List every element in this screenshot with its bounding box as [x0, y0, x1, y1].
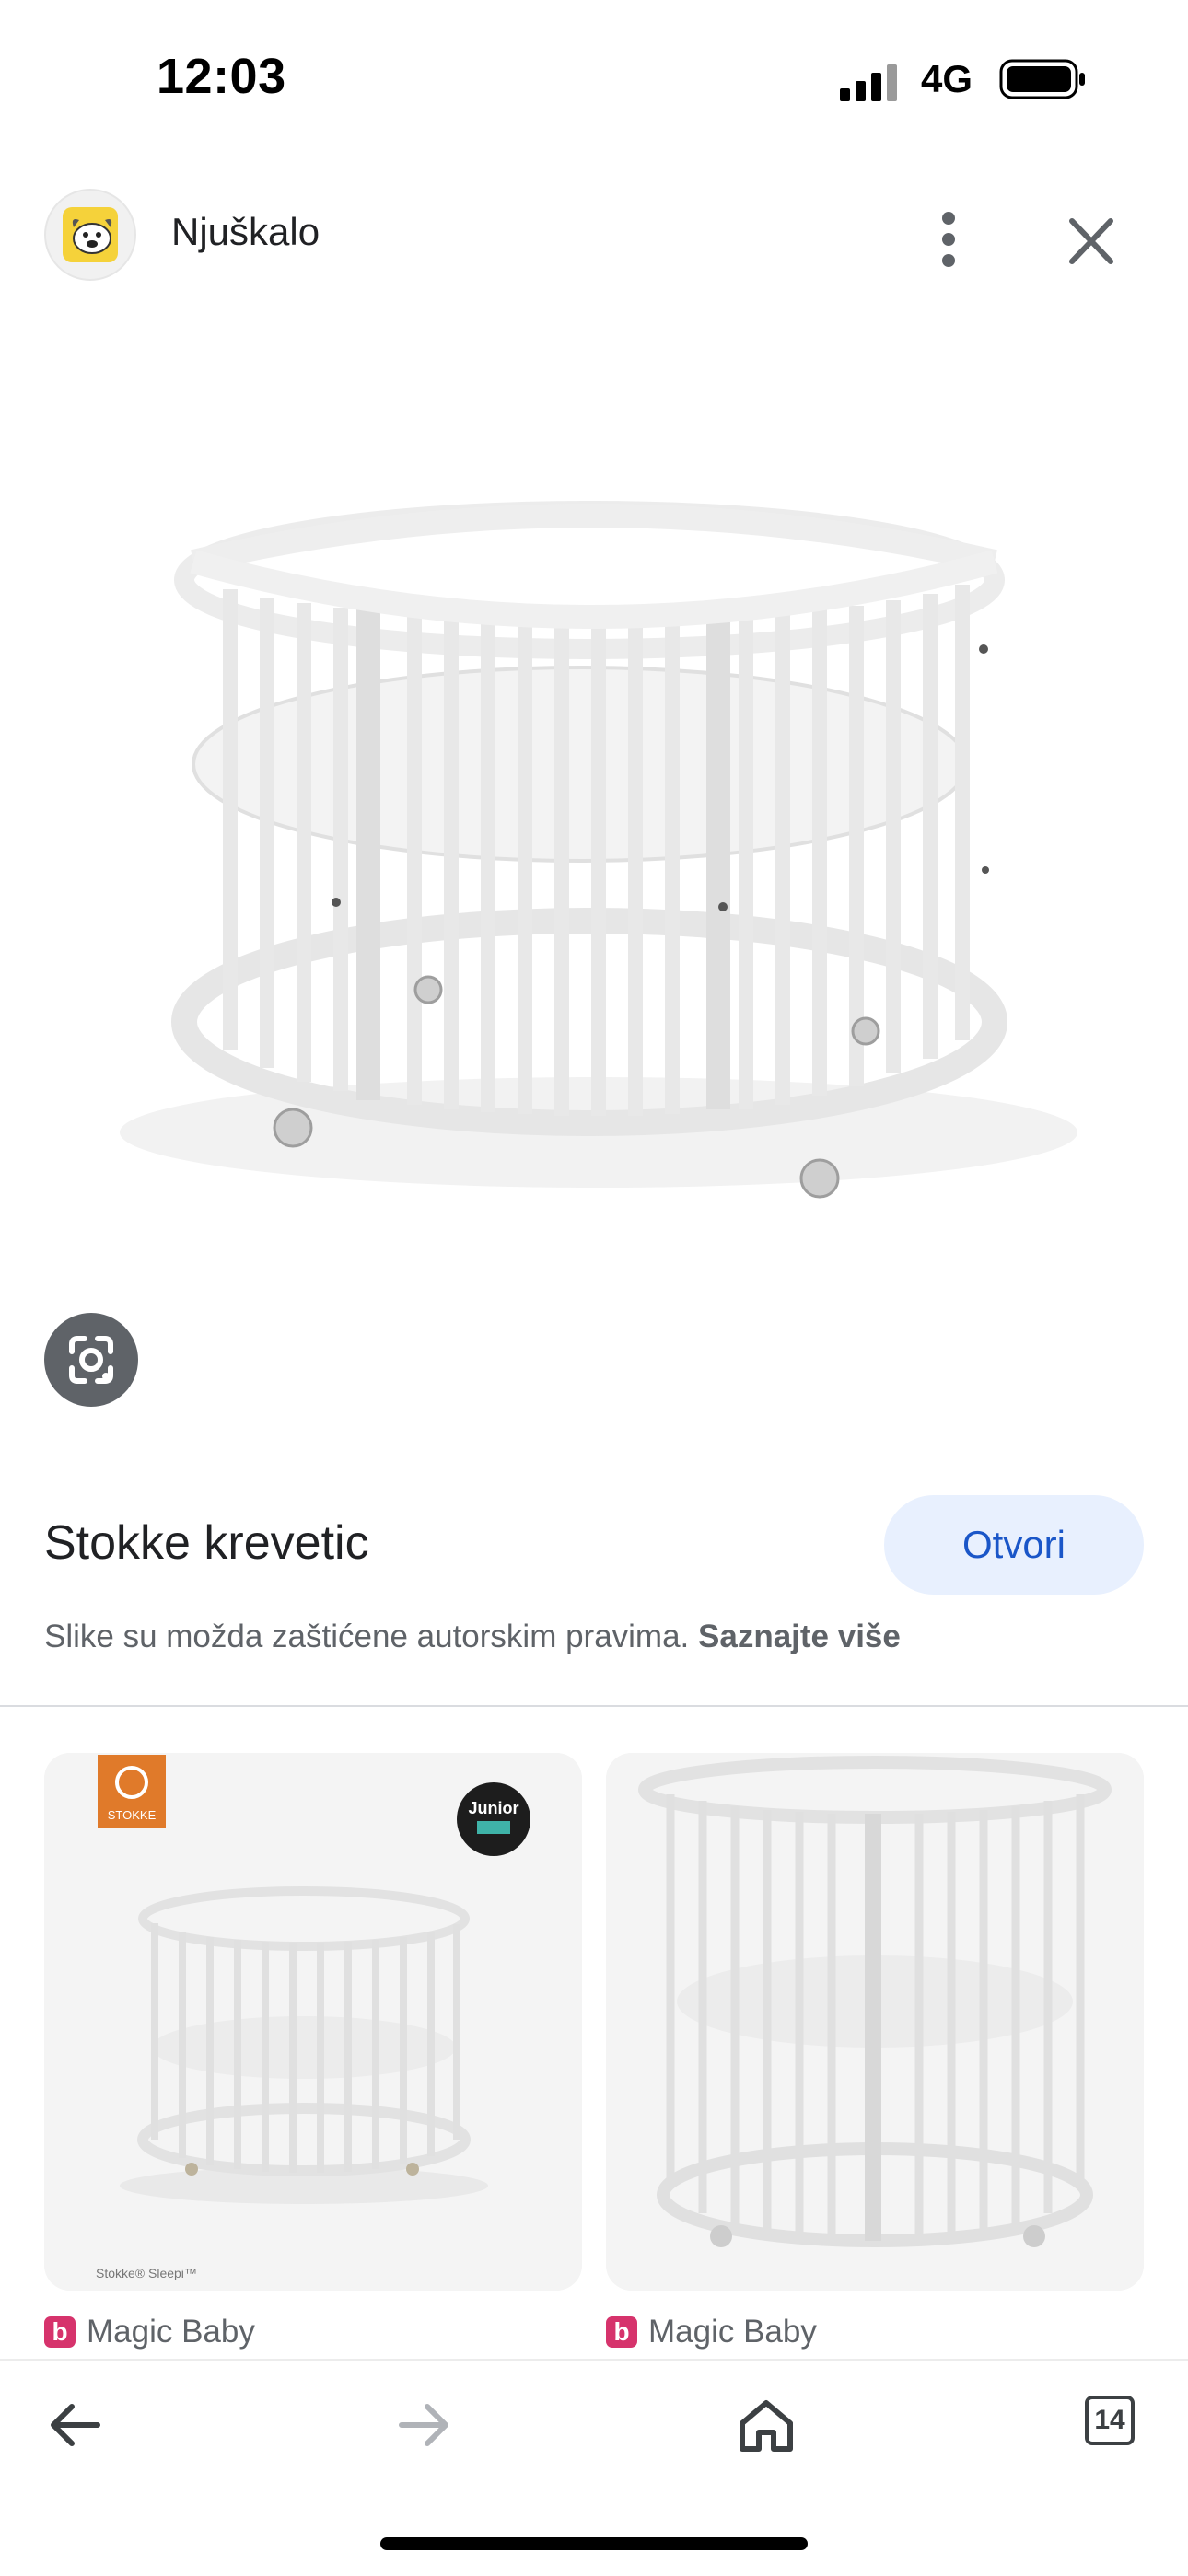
battery-icon — [999, 59, 1085, 99]
crib-thumbnail-image — [606, 1753, 1144, 2291]
forward-arrow-icon[interactable] — [385, 2388, 459, 2462]
njuskalo-logo-icon — [63, 207, 118, 262]
related-source-2[interactable]: b Magic Baby — [606, 2309, 817, 2355]
back-arrow-icon[interactable] — [41, 2388, 114, 2462]
home-icon[interactable] — [729, 2388, 803, 2462]
related-site-name: Magic Baby — [648, 2314, 817, 2350]
crib-main-image[interactable] — [0, 368, 1188, 1271]
lens-icon — [69, 1336, 113, 1384]
status-time: 12:03 — [157, 49, 286, 104]
learn-more-link[interactable]: Saznajte više — [698, 1619, 901, 1654]
source-name[interactable]: Njuškalo — [171, 210, 320, 254]
magic-baby-site-icon: b — [44, 2316, 76, 2348]
copyright-text: Slike su možda zaštićene autorskim pravi… — [44, 1619, 690, 1654]
junior-award-badge: Junior — [468, 1799, 518, 1817]
close-icon[interactable] — [1059, 212, 1124, 271]
source-avatar — [44, 189, 136, 281]
divider — [0, 1705, 1188, 1707]
magic-baby-site-icon: b — [606, 2316, 637, 2348]
related-image-2[interactable] — [606, 1753, 1144, 2291]
network-type: 4G — [921, 57, 973, 100]
copyright-notice: Slike su možda zaštićene autorskim pravi… — [44, 1619, 901, 1655]
stokke-brand-badge: STOKKE — [108, 1808, 157, 1822]
related-source-1[interactable]: b Magic Baby — [44, 2309, 255, 2355]
home-indicator[interactable] — [380, 2537, 808, 2550]
more-options-icon[interactable] — [921, 207, 976, 272]
related-image-1[interactable]: STOKKE Junior Stokke® Sleepi™ — [44, 1753, 582, 2291]
cellular-signal-icon — [840, 64, 897, 101]
crib-thumbnail-image: STOKKE Junior Stokke® Sleepi™ — [44, 1753, 582, 2291]
result-title: Stokke krevetic — [44, 1516, 369, 1570]
related-site-name: Magic Baby — [87, 2314, 255, 2350]
open-button[interactable]: Otvori — [884, 1495, 1144, 1595]
tab-switcher-button[interactable]: 14 — [1085, 2396, 1135, 2445]
google-lens-button[interactable] — [44, 1313, 138, 1407]
thumbnail-caption: Stokke® Sleepi™ — [96, 2266, 197, 2280]
